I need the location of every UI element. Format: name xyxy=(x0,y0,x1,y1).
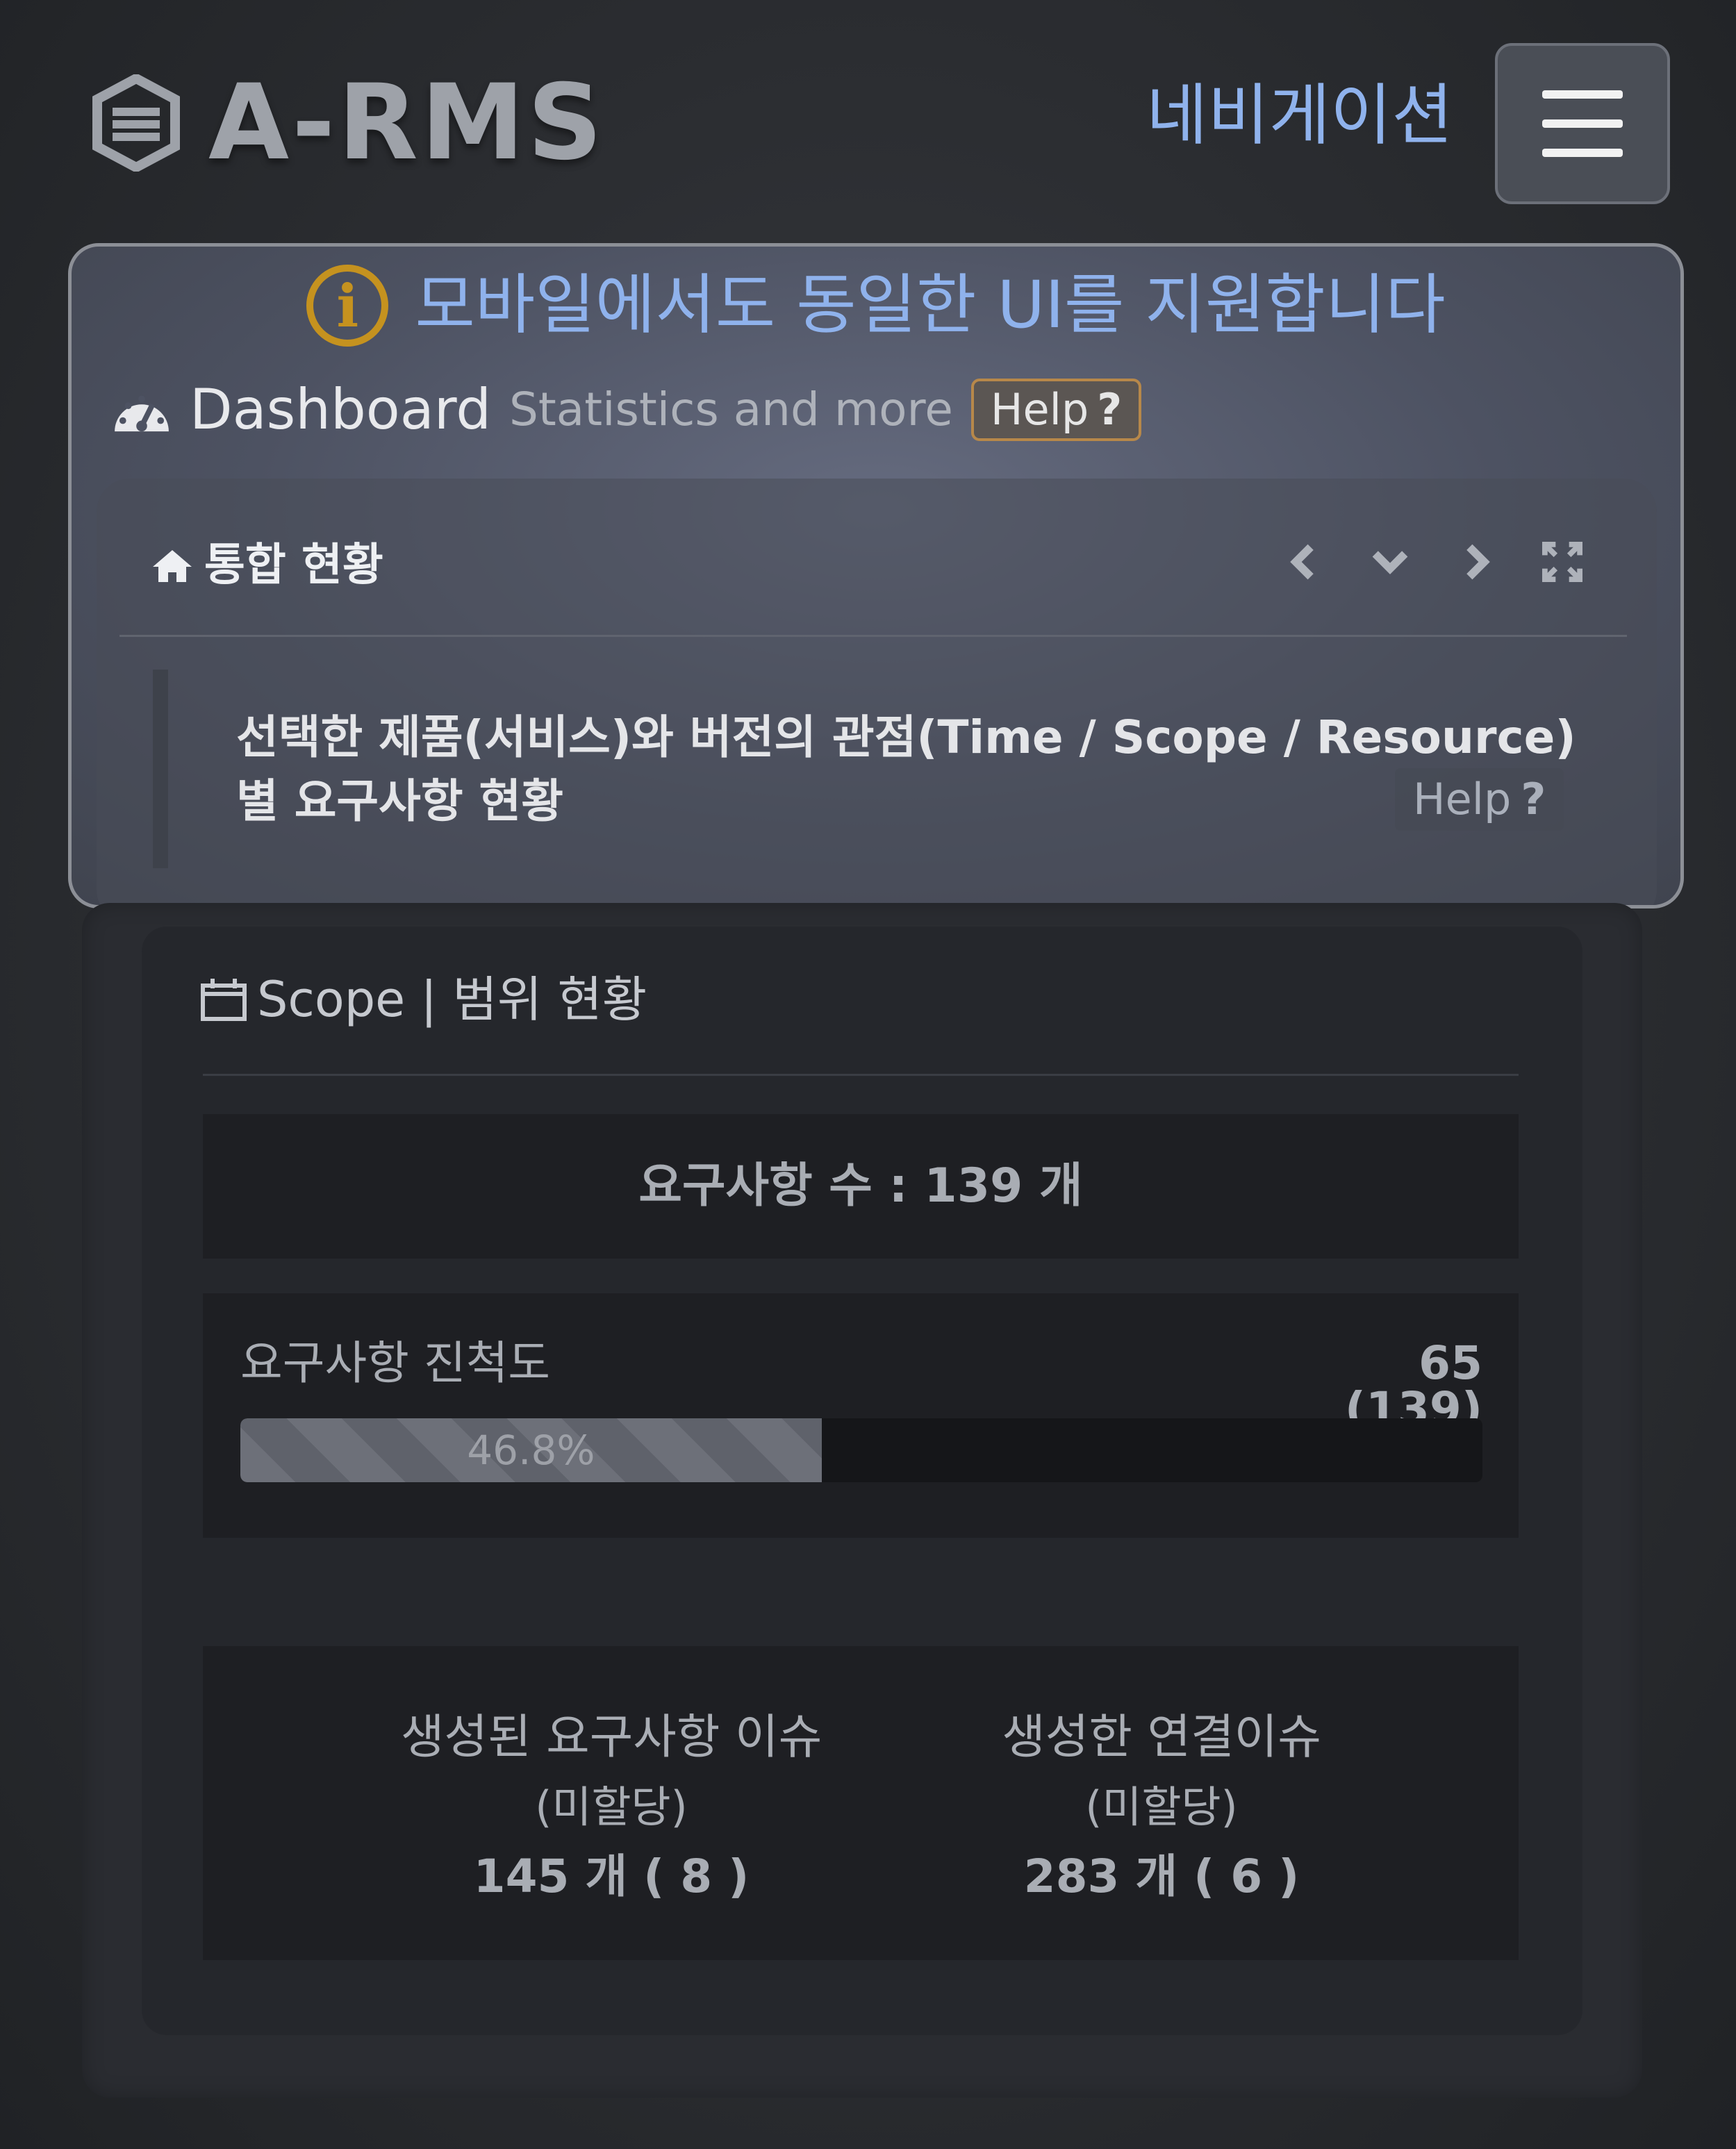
stat-subtitle: (미할당) xyxy=(535,1782,688,1832)
card-toolbar xyxy=(1284,542,1582,582)
progress-percent: 46.8% xyxy=(467,1427,595,1474)
logo-text: A-RMS xyxy=(208,63,606,183)
scope-header: Scope | 범위 현황 xyxy=(200,975,647,1024)
progress-bar: 46.8% xyxy=(240,1418,1482,1482)
info-icon: i xyxy=(306,265,389,347)
summary-help-button[interactable]: Help ? xyxy=(1395,768,1564,831)
dashboard-title: Dashboard xyxy=(190,377,492,442)
navigation-label[interactable]: 네비게이션 xyxy=(1146,82,1453,149)
dashboard-header: Dashboard Statistics and more Help ? xyxy=(112,377,1142,442)
scope-divider xyxy=(203,1074,1519,1076)
dashboard-subtitle: Statistics and more xyxy=(509,383,953,436)
help-label: Help xyxy=(1413,774,1512,824)
progress-bar-fill: 46.8% xyxy=(240,1418,822,1482)
notice-text: 모바일에서도 동일한 UI를 지원합니다 xyxy=(415,267,1446,343)
stat-value: 283 개 ( 6 ) xyxy=(1023,1850,1300,1903)
requirement-count-box: 요구사항 수 : 139 개 xyxy=(203,1114,1519,1259)
summary-description: 선택한 제품(서비스)와 버전의 관점(Time / Scope / Resou… xyxy=(236,711,1576,828)
stat-subtitle: (미할당) xyxy=(1085,1782,1238,1832)
chevron-right-icon[interactable] xyxy=(1456,542,1496,582)
dashboard-help-button[interactable]: Help ? xyxy=(970,379,1142,441)
home-icon xyxy=(153,550,192,582)
question-icon: ? xyxy=(1097,384,1123,435)
app-logo[interactable]: A-RMS xyxy=(92,71,605,175)
linked-issues-stat: 생성한 연결이슈 (미할당) 283 개 ( 6 ) xyxy=(877,1703,1446,1911)
menu-toggle-button[interactable] xyxy=(1495,43,1670,204)
quote-bar xyxy=(153,670,168,868)
requirement-count: 요구사항 수 : 139 개 xyxy=(638,1159,1083,1213)
layers-hexagon-icon xyxy=(92,74,180,172)
calendar-icon xyxy=(201,979,247,1021)
hamburger-icon xyxy=(1542,90,1623,99)
card-divider xyxy=(119,635,1627,637)
question-icon: ? xyxy=(1521,774,1546,824)
tachometer-icon xyxy=(115,395,169,432)
expand-icon[interactable] xyxy=(1542,542,1582,582)
chevron-down-icon[interactable] xyxy=(1370,542,1410,582)
progress-label: 요구사항 진척도 xyxy=(240,1336,551,1390)
chevron-left-icon[interactable] xyxy=(1284,542,1324,582)
mobile-notice: i 모바일에서도 동일한 UI를 지원합니다 xyxy=(72,265,1680,347)
requirement-issues-stat: 생성된 요구사항 이슈 (미할당) 145 개 ( 8 ) xyxy=(326,1703,896,1911)
help-label: Help xyxy=(990,384,1089,435)
stat-title: 생성된 요구사항 이슈 xyxy=(400,1710,822,1765)
scope-title: Scope | 범위 현황 xyxy=(257,971,647,1028)
summary-card-title: 통합 현황 xyxy=(204,540,383,591)
stat-title: 생성한 연결이슈 xyxy=(1002,1710,1321,1765)
summary-card-header: 통합 현황 xyxy=(151,543,383,588)
stat-value: 145 개 ( 8 ) xyxy=(473,1850,750,1903)
